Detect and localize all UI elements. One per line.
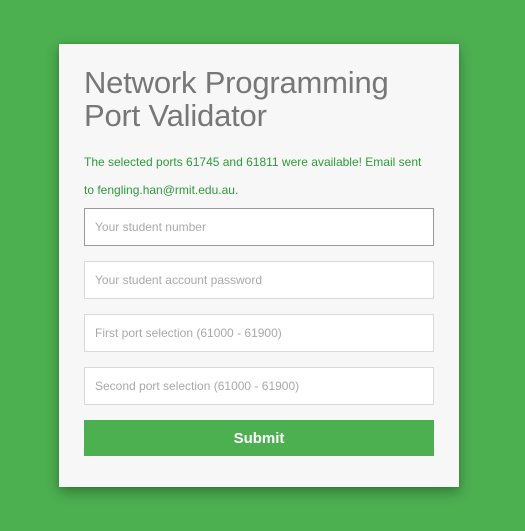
password-input[interactable] <box>84 261 434 299</box>
page-title-line1: Network Programming <box>84 65 389 100</box>
page-title: Network Programming Port Validator <box>84 66 434 132</box>
submit-button[interactable]: Submit <box>84 420 434 456</box>
page-title-line2: Port Validator <box>84 98 267 133</box>
success-message: The selected ports 61745 and 61811 were … <box>84 155 422 197</box>
second-port-input[interactable] <box>84 367 434 405</box>
student-number-input[interactable] <box>84 208 434 246</box>
first-port-input[interactable] <box>84 314 434 352</box>
login-card: Network Programming Port Validator The se… <box>59 44 459 487</box>
